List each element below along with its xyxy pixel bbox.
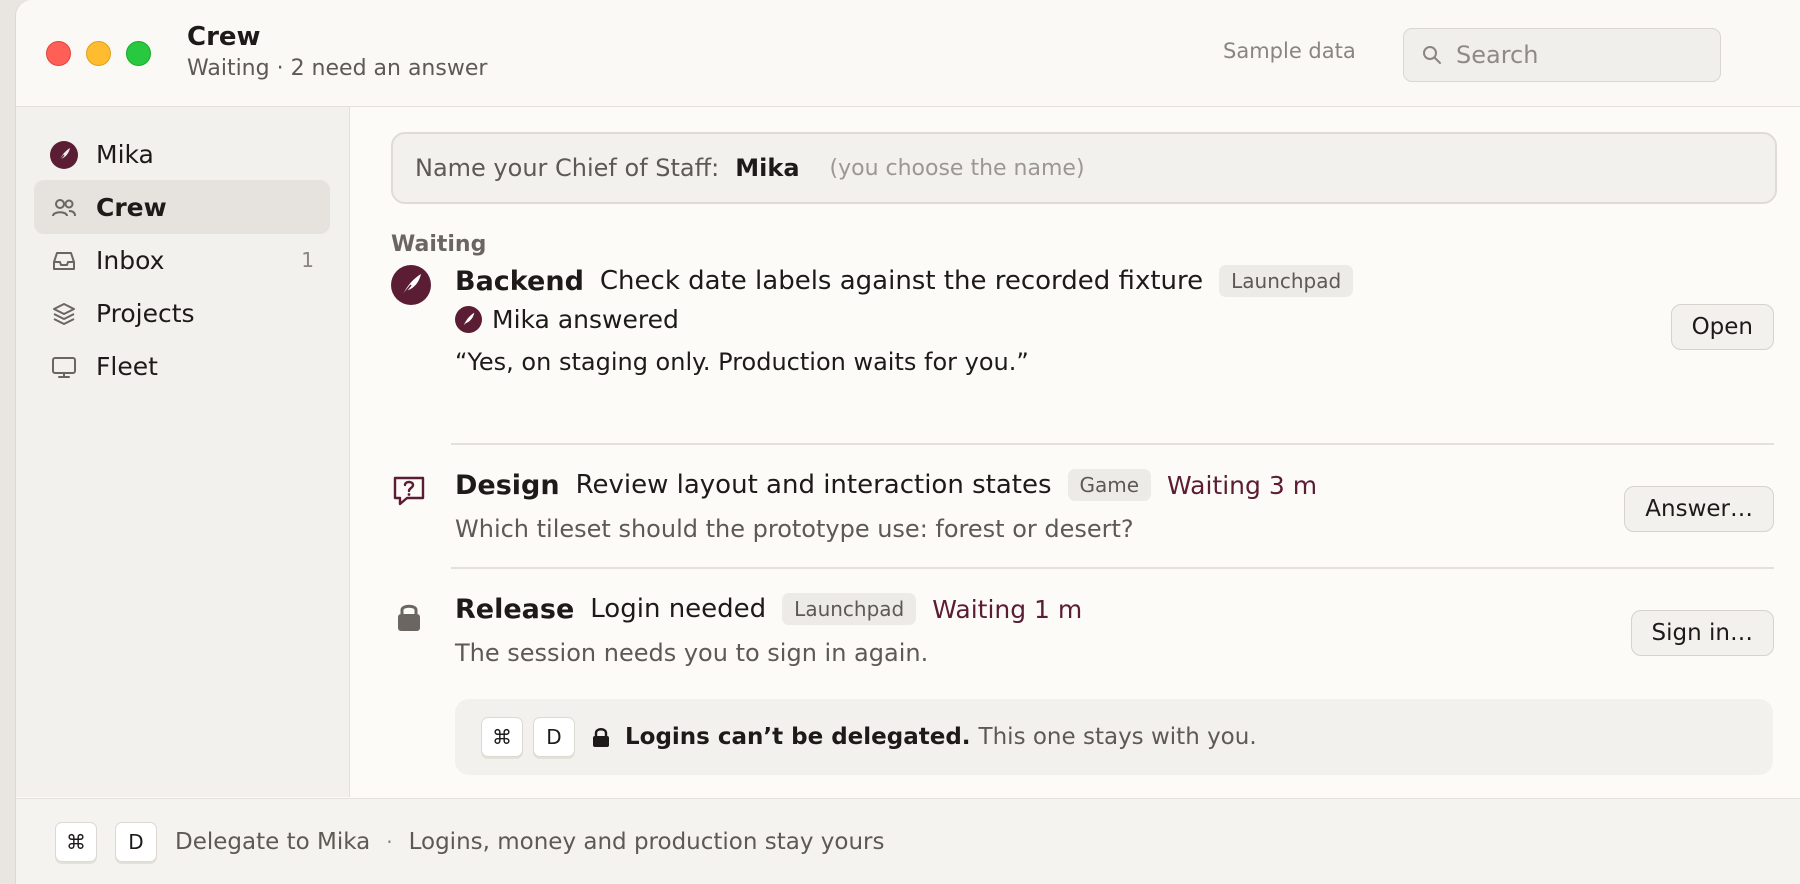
- command-key: ⌘: [55, 822, 97, 862]
- inbox-count-badge: 1: [301, 248, 314, 272]
- answered-by-label: Mika answered: [492, 304, 679, 334]
- waiting-row-release[interactable]: Release Login needed Launchpad Waiting 1…: [391, 587, 1774, 679]
- task-title: Review layout and interaction states: [575, 470, 1052, 500]
- project-tag: Launchpad: [1219, 265, 1354, 297]
- sidebar-item-projects[interactable]: Projects: [34, 286, 330, 340]
- agent-name: Backend: [455, 265, 584, 297]
- app-window: Crew Waiting · 2 need an answer Sample d…: [16, 0, 1800, 884]
- feather-avatar-icon: [391, 265, 431, 305]
- layers-icon: [53, 303, 75, 325]
- waiting-row-design[interactable]: Design Review layout and interaction sta…: [391, 463, 1774, 555]
- notice-title: Logins can’t be delegated.: [625, 724, 971, 750]
- delegation-notice: ⌘ D Logins can’t be delegated. This one …: [455, 699, 1773, 775]
- sample-data-label: Sample data: [1223, 39, 1356, 63]
- main-content: Name your Chief of Staff: Mika (you choo…: [350, 107, 1800, 797]
- question-bubble-icon: [393, 476, 425, 506]
- delegate-shortcut-label[interactable]: Delegate to Mika: [175, 829, 370, 855]
- task-title: Check date labels against the recorded f…: [599, 266, 1204, 296]
- lock-icon: [398, 604, 420, 631]
- project-tag: Launchpad: [782, 593, 917, 625]
- task-title: Login needed: [590, 594, 767, 624]
- name-prompt-label: Name your Chief of Staff:: [415, 154, 720, 182]
- sidebar-item-crew[interactable]: Crew: [34, 180, 330, 234]
- row-divider: [451, 443, 1774, 445]
- d-key: D: [533, 717, 575, 757]
- separator-dot: ·: [386, 830, 393, 854]
- sidebar-item-mika[interactable]: Mika: [34, 127, 330, 181]
- window-subtitle: Waiting · 2 need an answer: [187, 56, 488, 81]
- search-input[interactable]: [1456, 29, 1706, 81]
- title-bar: Crew Waiting · 2 need an answer Sample d…: [16, 0, 1800, 107]
- answer-quote: “Yes, on staging only. Production waits …: [455, 348, 1029, 376]
- waiting-time: Waiting 1 m: [932, 594, 1083, 624]
- chief-of-staff-name[interactable]: Mika: [735, 154, 799, 182]
- sidebar-item-label: Crew: [96, 192, 167, 222]
- close-window-button[interactable]: [46, 41, 71, 66]
- window-title: Crew: [187, 22, 261, 52]
- search-box[interactable]: [1403, 28, 1721, 82]
- row-divider: [451, 567, 1774, 569]
- inbox-tray-icon: [53, 252, 75, 270]
- sidebar-item-label: Fleet: [96, 351, 158, 381]
- sidebar: Mika Crew Inbox 1 Projects Fleet: [16, 107, 350, 797]
- chief-of-staff-name-field[interactable]: Name your Chief of Staff: Mika (you choo…: [391, 132, 1777, 204]
- lock-icon: [593, 728, 609, 747]
- answer-button[interactable]: Answer…: [1624, 486, 1774, 532]
- waiting-time: Waiting 3 m: [1167, 470, 1318, 500]
- sidebar-item-label: Projects: [96, 298, 195, 328]
- status-text: The session needs you to sign in again.: [455, 639, 929, 667]
- feather-avatar-icon: [50, 141, 78, 169]
- sidebar-item-label: Inbox: [96, 245, 165, 275]
- notice-text: This one stays with you.: [978, 724, 1257, 750]
- agent-name: Release: [455, 593, 575, 625]
- zoom-window-button[interactable]: [126, 41, 151, 66]
- sidebar-item-inbox[interactable]: Inbox 1: [34, 233, 330, 287]
- waiting-row-backend[interactable]: Backend Check date labels against the re…: [391, 259, 1774, 379]
- feather-avatar-icon: [455, 305, 482, 333]
- sign-in-button[interactable]: Sign in…: [1630, 610, 1774, 656]
- people-icon: [52, 199, 76, 217]
- minimize-window-button[interactable]: [86, 41, 111, 66]
- open-button[interactable]: Open: [1670, 304, 1774, 350]
- project-tag: Game: [1067, 469, 1152, 501]
- search-icon: [1423, 46, 1441, 64]
- name-hint: (you choose the name): [829, 155, 1085, 181]
- sidebar-item-label: Mika: [96, 139, 154, 169]
- monitor-icon: [52, 357, 76, 378]
- command-key: ⌘: [481, 717, 523, 757]
- sidebar-item-fleet[interactable]: Fleet: [34, 339, 330, 393]
- question-text: Which tileset should the prototype use: …: [455, 515, 1134, 543]
- footer-policy-text: Logins, money and production stay yours: [408, 829, 885, 855]
- section-title: Waiting: [391, 232, 487, 257]
- footer-bar: ⌘ D Delegate to Mika · Logins, money and…: [16, 798, 1800, 884]
- d-key: D: [115, 822, 157, 862]
- agent-name: Design: [455, 469, 560, 501]
